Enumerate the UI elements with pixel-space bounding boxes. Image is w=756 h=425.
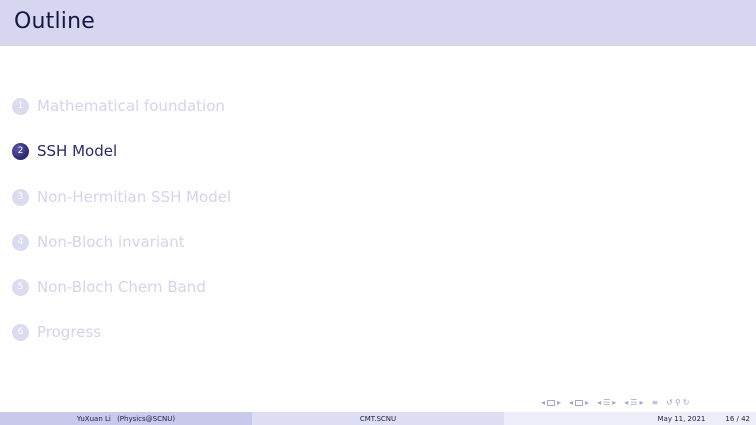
outline-item-non-bloch-chern-band[interactable]: 5 Non-Bloch Chern Band xyxy=(12,277,231,322)
section-number-bullet: 6 xyxy=(12,324,29,342)
outline-item-mathematical-foundation[interactable]: 1 Mathematical foundation xyxy=(12,96,231,141)
outline-item-label: Non-Bloch Chern Band xyxy=(37,278,206,297)
outline-item-progress[interactable]: 6 Progress xyxy=(12,322,231,367)
back-icon[interactable]: ↺ xyxy=(665,398,674,408)
forward-icon[interactable]: ↻ xyxy=(682,398,691,408)
nav-right-arrow-icon[interactable]: ▸ xyxy=(638,398,644,408)
author-name: YuXuan Li xyxy=(76,414,111,423)
nav-frame-group[interactable]: ◂ ▸ xyxy=(540,398,562,408)
section-number-bullet: 3 xyxy=(12,188,29,206)
nav-search-group[interactable]: ↺ ⚲ ↻ xyxy=(665,398,690,408)
nav-appendix-group[interactable]: ≡ xyxy=(650,398,659,408)
nav-subsection-group[interactable]: ◂ ▸ xyxy=(568,398,590,408)
footer-title-section: CMT.SCNU xyxy=(252,412,504,425)
frame-icon[interactable] xyxy=(547,400,556,406)
footer-short-title: CMT.SCNU xyxy=(359,414,397,423)
nav-right-arrow-icon[interactable]: ▸ xyxy=(584,398,590,408)
nav-left-arrow-icon[interactable]: ◂ xyxy=(568,398,574,408)
outline-item-label: Non-Hermitian SSH Model xyxy=(37,187,232,206)
frame-title: Outline xyxy=(14,9,95,34)
footer-author: YuXuan Li (Physics@SCNU) xyxy=(75,415,177,423)
outline-item-label: Mathematical foundation xyxy=(37,97,225,115)
section-number-bullet: 1 xyxy=(12,98,29,115)
author-institution: (Physics@SCNU) xyxy=(117,414,176,423)
section-number-bullet: 5 xyxy=(12,279,29,297)
navigation-symbols: ◂ ▸ ◂ ▸ ◂ ☰ ▸ ◂ ☰ ▸ ≡ ↺ ⚲ ↻ xyxy=(540,398,696,408)
nav-right-arrow-icon[interactable]: ▸ xyxy=(611,398,617,408)
search-icon[interactable]: ⚲ xyxy=(674,398,682,408)
footer-author-section: YuXuan Li (Physics@SCNU) xyxy=(0,412,252,425)
section-icon[interactable]: ☰ xyxy=(602,398,611,408)
appendix-icon[interactable]: ≡ xyxy=(650,398,659,408)
footer-bar: YuXuan Li (Physics@SCNU) CMT.SCNU May 11… xyxy=(0,412,756,425)
footer-date-section: May 11, 2021 16 / 42 xyxy=(504,412,756,425)
outline-list: 1 Mathematical foundation 2 SSH Model 3 … xyxy=(12,96,231,368)
outline-item-label: Non-Bloch invariant xyxy=(37,232,185,251)
outline-item-label: SSH Model xyxy=(37,142,118,161)
nav-right-arrow-icon[interactable]: ▸ xyxy=(556,398,562,408)
subsection-icon[interactable] xyxy=(575,400,584,406)
document-icon[interactable]: ☰ xyxy=(629,398,638,408)
outline-item-non-hermitian-ssh-model[interactable]: 3 Non-Hermitian SSH Model xyxy=(12,187,231,232)
outline-item-label: Progress xyxy=(37,323,102,342)
outline-item-non-bloch-invariant[interactable]: 4 Non-Bloch invariant xyxy=(12,232,231,277)
nav-document-group[interactable]: ◂ ☰ ▸ xyxy=(623,398,644,408)
footer-date: May 11, 2021 xyxy=(657,414,706,423)
outline-item-ssh-model[interactable]: 2 SSH Model xyxy=(12,141,231,186)
footer-page-number: 16 / 42 xyxy=(725,414,750,423)
section-number-bullet: 2 xyxy=(12,143,29,161)
nav-left-arrow-icon[interactable]: ◂ xyxy=(540,398,546,408)
nav-section-group[interactable]: ◂ ☰ ▸ xyxy=(596,398,617,408)
section-number-bullet: 4 xyxy=(12,233,29,251)
frame-header: Outline xyxy=(0,0,756,46)
